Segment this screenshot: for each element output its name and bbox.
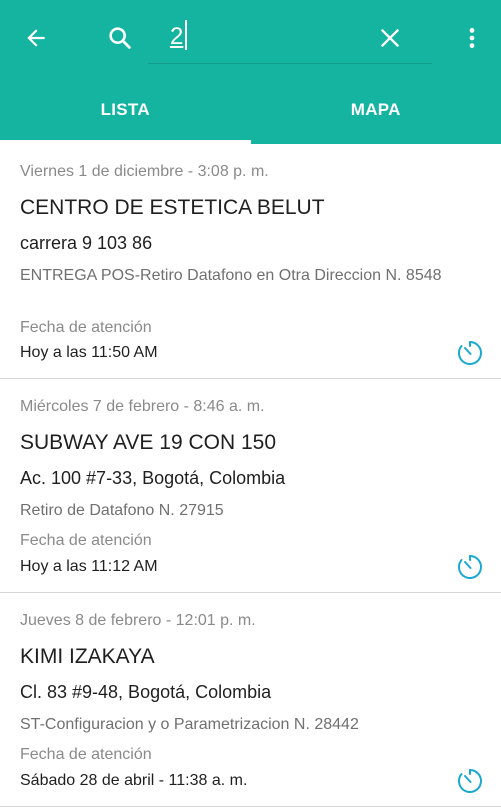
item-service: ST-Configuracion y o Parametrizacion N. … — [20, 716, 359, 733]
attention-value: Hoy a las 11:50 AM — [20, 344, 158, 361]
attention-label: Fecha de atención — [20, 746, 152, 763]
attention-label: Fecha de atención — [20, 319, 152, 336]
item-service: Retiro de Datafono N. 27915 — [20, 502, 224, 519]
tab-mapa[interactable]: MAPA — [251, 76, 501, 144]
tab-mapa-label: MAPA — [350, 100, 401, 119]
arrow-left-icon — [27, 29, 45, 47]
item-date: Jueves 8 de febrero - 12:01 p. m. — [20, 612, 256, 629]
tab-lista[interactable]: LISTA — [0, 76, 251, 144]
item-date: Viernes 1 de diciembre - 3:08 p. m. — [20, 163, 269, 180]
search-input[interactable] — [170, 17, 370, 57]
overflow-menu-button[interactable] — [452, 18, 492, 58]
clear-search-button[interactable] — [370, 18, 410, 58]
list-item[interactable]: Viernes 1 de diciembre - 3:08 p. m. CENT… — [0, 144, 501, 379]
service-list: Viernes 1 de diciembre - 3:08 p. m. CENT… — [0, 144, 501, 807]
tab-lista-label: LISTA — [100, 100, 150, 119]
item-address: carrera 9 103 86 — [20, 233, 153, 253]
search-underline — [148, 63, 432, 64]
text-caret — [185, 20, 187, 50]
item-date: Miércoles 7 de febrero - 8:46 a. m. — [20, 398, 265, 415]
attention-value: Hoy a las 11:12 AM — [20, 558, 158, 575]
timer-icon[interactable] — [456, 767, 484, 795]
list-item[interactable]: Jueves 8 de febrero - 12:01 p. m. KIMI I… — [0, 593, 501, 807]
item-service: ENTREGA POS-Retiro Datafono en Otra Dire… — [20, 267, 442, 284]
attention-label: Fecha de atención — [20, 532, 152, 549]
app-bar: LISTA MAPA — [0, 0, 501, 144]
search-icon — [100, 18, 140, 58]
timer-icon[interactable] — [456, 339, 484, 367]
more-vertical-icon — [469, 28, 475, 48]
attention-value: Sábado 28 de abril - 11:38 a. m. — [20, 772, 248, 789]
item-name: CENTRO DE ESTETICA BELUT — [20, 196, 325, 219]
item-address: Ac. 100 #7-33, Bogotá, Colombia — [20, 468, 286, 488]
item-name: KIMI IZAKAYA — [20, 645, 155, 668]
search-toolbar — [0, 0, 501, 76]
list-item[interactable]: Miércoles 7 de febrero - 8:46 a. m. SUBW… — [0, 379, 501, 593]
view-tabs: LISTA MAPA — [0, 76, 501, 144]
back-button[interactable] — [16, 18, 56, 58]
timer-icon[interactable] — [456, 553, 484, 581]
item-address: Cl. 83 #9-48, Bogotá, Colombia — [20, 682, 272, 702]
close-icon — [381, 29, 399, 47]
item-name: SUBWAY AVE 19 CON 150 — [20, 431, 276, 454]
